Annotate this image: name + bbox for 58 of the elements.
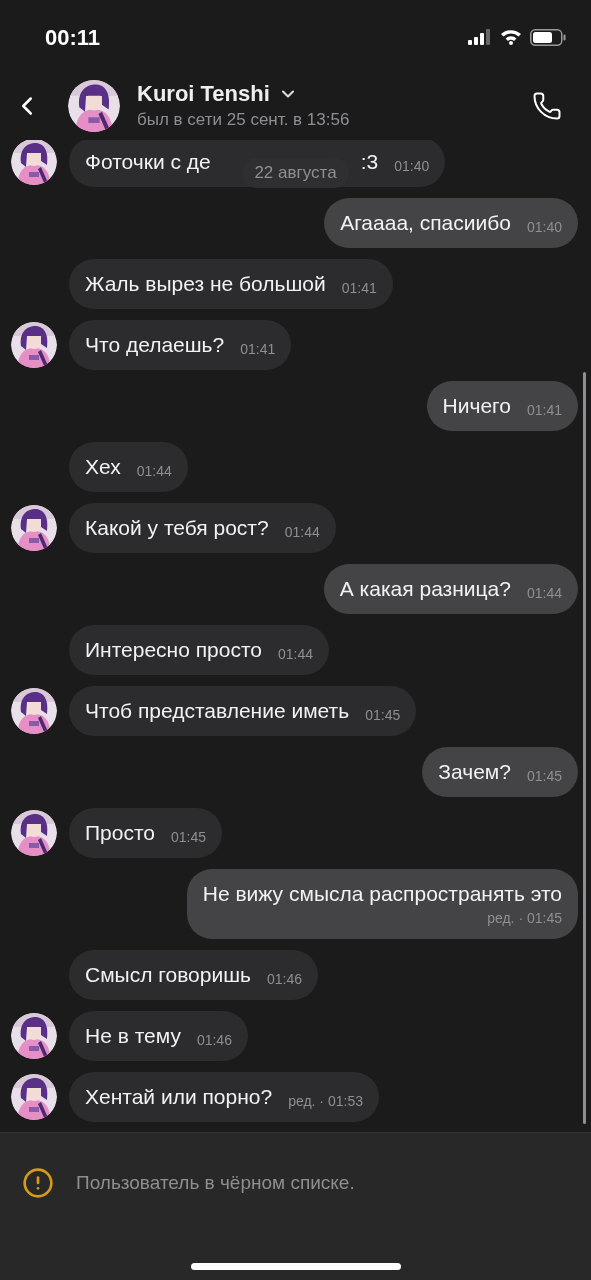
- status-time: 00:11: [45, 23, 101, 52]
- message-bubble[interactable]: Ничего 01:41: [426, 381, 578, 431]
- message-time: 01:45: [171, 828, 207, 847]
- signal-icon: [468, 29, 492, 45]
- message-time: 01:44: [136, 462, 172, 481]
- message-bubble[interactable]: Не в тему 01:46: [69, 1011, 248, 1061]
- blocked-notice: Пользователь в чёрном списке.: [76, 1170, 355, 1195]
- phone-icon: [532, 91, 562, 121]
- message-bubble[interactable]: Зачем? 01:45: [422, 747, 578, 797]
- message-time: 01:41: [341, 279, 377, 298]
- message-text: Зачем?: [438, 759, 511, 785]
- message-text: Фоточки с де: [85, 149, 211, 175]
- message-time: 01:41: [526, 401, 562, 420]
- message-text: Чтоб представление иметь: [85, 698, 350, 724]
- message-bubble[interactable]: Хех 01:44: [69, 442, 188, 492]
- message-time: 01:44: [284, 523, 320, 542]
- message-time: 01:46: [196, 1031, 232, 1050]
- message-time: 01:45: [365, 706, 401, 725]
- message-bubble[interactable]: Чтоб представление иметь 01:45: [69, 686, 417, 736]
- message-time: 01:44: [278, 645, 314, 664]
- message-bubble[interactable]: Агаааа, спасиибо 01:40: [324, 198, 578, 248]
- message-bubble[interactable]: Смысл говоришь 01:46: [69, 950, 318, 1000]
- message-text: Хех: [85, 454, 121, 480]
- message-time: 01:41: [240, 340, 276, 359]
- scrollbar[interactable]: [583, 372, 586, 1124]
- last-seen: был в сети 25 сент. в 13:56: [137, 109, 351, 131]
- message-text: А какая разница?: [339, 576, 511, 602]
- message-bubble[interactable]: Просто 01:45: [69, 808, 223, 858]
- message-text: Не в тему: [85, 1023, 181, 1049]
- message-text: Агаааа, спасиибо: [340, 210, 511, 236]
- message-bubble[interactable]: Жаль вырез не большой 01:41: [69, 259, 393, 309]
- message-text: Что делаешь?: [85, 332, 225, 358]
- message-bubble[interactable]: Какой у тебя рост? 01:44: [69, 503, 336, 553]
- contact-name[interactable]: Kuroi Tenshi: [137, 80, 298, 108]
- message-time: ред. · 01:45: [487, 909, 562, 928]
- message-text: Интересно просто: [85, 637, 262, 663]
- message-text: Хентай или порно?: [85, 1084, 273, 1110]
- message-text: Смысл говоришь: [85, 962, 251, 988]
- warning-icon: [22, 1167, 54, 1199]
- message-text: Ничего: [442, 393, 511, 419]
- message-bubble[interactable]: Хентай или порно? ред. · 01:53: [69, 1072, 379, 1122]
- message-bubble[interactable]: Не вижу смысла распространять это ред. · 01:45: [186, 869, 578, 939]
- message-text: Какой у тебя рост?: [85, 515, 269, 541]
- message-text: Жаль вырез не большой: [85, 271, 326, 297]
- message-time: 01:44: [526, 584, 562, 603]
- message-time: 01:40: [526, 218, 562, 237]
- wifi-icon: [500, 29, 522, 45]
- message-time: 01:40: [394, 157, 430, 176]
- message-time: 01:46: [266, 970, 302, 989]
- message-text: :3: [360, 149, 379, 175]
- message-text: Не вижу смысла распространять это: [202, 881, 562, 907]
- message-time: ред. · 01:53: [288, 1092, 363, 1111]
- message-bubble[interactable]: А какая разница? 01:44: [323, 564, 578, 614]
- battery-icon: [530, 28, 566, 46]
- message-text: Просто: [85, 820, 155, 846]
- message-time: 01:45: [526, 767, 562, 786]
- message-bubble[interactable]: Интересно просто 01:44: [69, 625, 330, 675]
- message-bubble[interactable]: Что делаешь? 01:41: [69, 320, 292, 370]
